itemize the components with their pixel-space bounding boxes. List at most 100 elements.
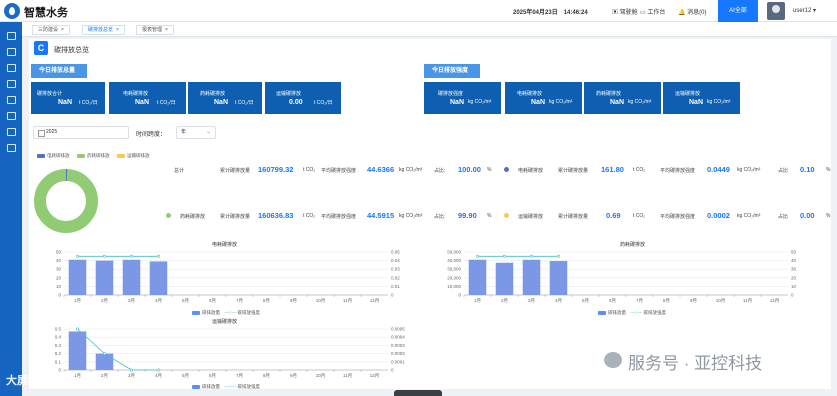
y2-tick-label: 0.0002 (391, 351, 405, 356)
top-bar: 智慧水务 2025年04月23日 14:46:24 ▣ 驾驶舱 ▭ 工作台 🔔 … (0, 0, 837, 22)
y-tick-label: 0 (458, 293, 461, 298)
y-tick-label: 0.2 (55, 351, 62, 356)
ai-button[interactable]: AI全部 (718, 0, 758, 22)
x-tick-label: 9月 (690, 298, 697, 304)
y-tick-label: 0.4 (55, 335, 62, 340)
x-tick-label: 5月 (182, 373, 189, 379)
unit-label: % (826, 213, 831, 219)
chemical-emission-chart: 0 10,000 20,000 30,000 40,000 50,000 0 10 20 30 40… (447, 250, 797, 305)
x-tick-label: 2月 (501, 298, 508, 304)
bar (68, 331, 87, 370)
unit-label: % (826, 167, 831, 173)
app-title: 智慧水务 (24, 7, 68, 19)
x-tick-label: 10月 (316, 298, 326, 304)
y2-tick-label: 0 (391, 293, 394, 298)
unit-label: % (487, 167, 492, 173)
y-tick-label: 10 (56, 284, 62, 289)
chevron-down-icon: ⌄ (205, 129, 211, 135)
x-tick-label: 12月 (370, 298, 380, 304)
x-tick-label: 1月 (74, 373, 81, 379)
electric-dot (504, 167, 509, 172)
bar (149, 261, 168, 295)
monitor-icon[interactable] (7, 32, 16, 40)
x-tick-label: 3月 (128, 298, 135, 304)
unit-label: t CO₂ (303, 167, 316, 173)
tab-carbon-overview[interactable]: 碳排放总览 × (82, 25, 125, 35)
time-span-select[interactable]: 年 ⌄ (176, 126, 216, 139)
stat-card: 电耗碳排放 NaN kg CO₂/m³ (505, 82, 582, 114)
close-icon[interactable]: × (61, 27, 64, 33)
transport-label: 运输碳排放 (518, 214, 544, 220)
current-datetime: 2025年04月23日 14:46:24 (513, 10, 588, 16)
y-tick-label: 10,000 (447, 284, 461, 289)
x-tick-label: 5月 (582, 298, 589, 304)
user-menu[interactable]: user12 ▾ (793, 7, 816, 14)
y-tick-label: 50,000 (447, 250, 461, 255)
y2-tick-label: 0.01 (391, 284, 400, 289)
x-tick-label: 1月 (474, 298, 481, 304)
device-icon[interactable] (7, 48, 16, 56)
chemical-emission: 160636.83 (258, 211, 294, 220)
settings-icon[interactable] (7, 128, 16, 136)
electric-intensity: 0.0449 (707, 165, 730, 174)
unit-label: t CO₂ (303, 213, 316, 219)
unit-label: t CO₂ (633, 167, 646, 173)
stat-label: 平均碳排放强度 (321, 168, 357, 174)
transport-intensity: 0.0002 (707, 211, 730, 220)
line-point (557, 254, 561, 258)
messages-link[interactable]: 🔔 消息(0) (678, 7, 706, 16)
total-emission: 160799.32 (258, 165, 294, 174)
scroll-handle[interactable] (394, 390, 442, 396)
y-tick-label: 0.1 (55, 359, 62, 364)
line-point (130, 254, 134, 258)
home-icon[interactable] (7, 80, 16, 88)
cockpit-link[interactable]: ▣ 驾驶舱 (612, 7, 638, 16)
donut-chart (34, 168, 98, 233)
legend-electric[interactable]: 电耗碳排放 (37, 153, 70, 159)
legend-chemical[interactable]: 药耗碳排放 (77, 153, 110, 159)
workbench-link[interactable]: ▭ 工作台 (640, 7, 665, 16)
stat-label: 累计碳排放量 (220, 168, 251, 174)
chart-icon[interactable] (7, 64, 16, 72)
line-point (75, 327, 79, 331)
unit-label: t CO₂ (633, 213, 646, 219)
line-point (503, 254, 507, 258)
y2-tick-label: 0.04 (391, 258, 400, 263)
stat-card: 碳排放强度 NaN kg CO₂/m³ (424, 82, 501, 114)
y-tick-label: 40 (56, 258, 62, 263)
stat-label: 占比 (778, 214, 789, 220)
shield-icon[interactable] (7, 112, 16, 120)
close-icon[interactable]: × (116, 27, 119, 33)
document-icon[interactable] (7, 144, 16, 152)
tab-reports[interactable]: 报表管理 × (136, 25, 174, 35)
year-picker[interactable]: 2025 (33, 126, 129, 139)
x-tick-label: 8月 (263, 373, 270, 379)
donut-segment-chemical[interactable] (34, 169, 98, 233)
stat-label: 累计碳排放量 (220, 214, 251, 220)
today-emission-header: 今日排放总量 (31, 64, 87, 78)
x-tick-label: 11月 (343, 373, 352, 379)
page-title: 碳排放总览 (54, 47, 89, 54)
x-tick-label: 7月 (236, 298, 243, 304)
tab-fangxun[interactable]: 三防建设 × (32, 25, 70, 35)
x-tick-label: 8月 (263, 298, 270, 304)
x-tick-label: 3月 (528, 298, 535, 304)
electric-emission: 161.80 (601, 165, 624, 174)
carbon-icon: C (34, 41, 48, 55)
electric-label: 电耗碳排放 (518, 168, 544, 174)
close-icon[interactable]: × (165, 27, 168, 33)
legend-transport[interactable]: 运输碳排放 (117, 153, 150, 159)
unit-label: kg CO₂/m³ (737, 167, 761, 173)
x-tick-label: 6月 (209, 373, 216, 379)
y2-tick-label: 20 (791, 275, 797, 280)
line-point (103, 254, 107, 258)
table-icon[interactable] (7, 96, 16, 104)
y2-tick-label: 0.0005 (391, 327, 405, 332)
x-tick-label: 1月 (74, 298, 81, 304)
avatar[interactable] (767, 2, 785, 20)
stat-label: 平均碳排放强度 (321, 214, 357, 220)
transport-emission: 0.69 (606, 211, 621, 220)
chemical-dot (166, 213, 171, 218)
intensity-line (77, 328, 159, 371)
stat-card: 运输碳排放 NaN kg CO₂/m³ (663, 82, 740, 114)
